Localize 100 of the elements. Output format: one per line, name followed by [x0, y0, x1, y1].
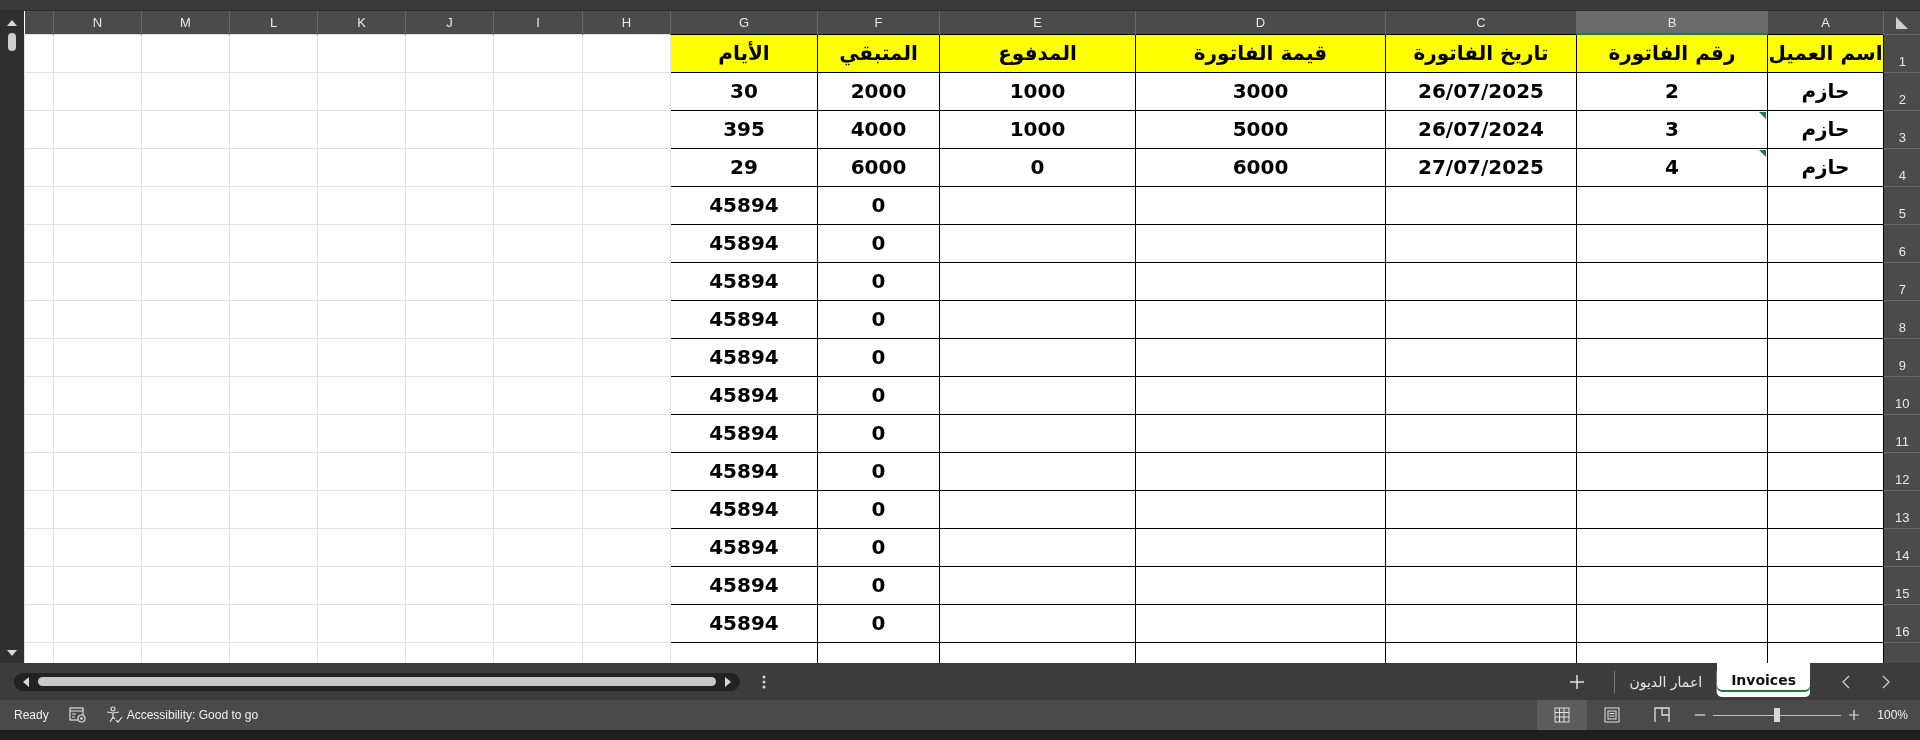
- grid-cell[interactable]: [1576, 262, 1768, 300]
- grid-cell[interactable]: رقم الفاتورة: [1576, 34, 1768, 72]
- column-header[interactable]: E: [939, 11, 1136, 34]
- grid-cell[interactable]: [1576, 338, 1768, 376]
- table-cell: 45894: [709, 611, 779, 635]
- column-header[interactable]: L: [229, 11, 318, 34]
- table-cell: 45894: [709, 307, 779, 331]
- table-cell: 3000: [1232, 79, 1289, 103]
- sheet-tab[interactable]: اعمار الديون: [1615, 666, 1717, 697]
- row-header[interactable]: 9: [1883, 338, 1920, 376]
- column-header[interactable]: K: [317, 11, 406, 34]
- row-header[interactable]: 11: [1883, 414, 1920, 452]
- table-cell: 0: [871, 269, 886, 293]
- row-header[interactable]: 14: [1883, 528, 1920, 566]
- row-header[interactable]: 16: [1883, 604, 1920, 642]
- grid-cell[interactable]: [1576, 604, 1768, 642]
- table-cell: 6000: [850, 155, 907, 179]
- table-cell: 29: [730, 155, 758, 179]
- table-cell: 4: [1665, 155, 1679, 179]
- column-header[interactable]: B: [1576, 11, 1768, 34]
- zoom-level-text[interactable]: 100%: [1877, 708, 1908, 722]
- column-header[interactable]: A: [1767, 11, 1884, 34]
- row-header[interactable]: 6: [1883, 224, 1920, 262]
- row-header[interactable]: 3: [1883, 110, 1920, 148]
- page-icon: [1604, 707, 1621, 723]
- column-header[interactable]: M: [141, 11, 230, 34]
- table-cell: 45894: [709, 497, 779, 521]
- chevron-left-icon[interactable]: [1842, 674, 1850, 689]
- table-cell: 0: [871, 307, 886, 331]
- table-cell: حازم: [1801, 79, 1850, 103]
- row-header[interactable]: 2: [1883, 72, 1920, 110]
- scroll-thumb[interactable]: [38, 677, 716, 686]
- grid-cell[interactable]: [1576, 300, 1768, 338]
- table-cell: 6000: [1232, 155, 1289, 179]
- grid-cell[interactable]: [1576, 414, 1768, 452]
- table-cell: تاريخ الفاتورة: [1413, 41, 1549, 65]
- row-header[interactable]: 13: [1883, 490, 1920, 528]
- zoom-thumb[interactable]: [1774, 708, 1781, 722]
- row-header[interactable]: 4: [1883, 148, 1920, 186]
- table-cell: 0: [871, 573, 886, 597]
- table-cell: 45894: [709, 231, 779, 255]
- row-header[interactable]: 1: [1883, 34, 1920, 72]
- grid-cell[interactable]: [1576, 186, 1768, 224]
- table-cell: 0: [871, 611, 886, 635]
- column-header[interactable]: C: [1385, 11, 1577, 34]
- table-cell: حازم: [1801, 117, 1850, 141]
- more-options-icon[interactable]: [762, 674, 766, 689]
- table-cell: 0: [871, 345, 886, 369]
- table-cell: 30: [730, 79, 758, 103]
- column-header[interactable]: D: [1135, 11, 1386, 34]
- grid-cell[interactable]: [1576, 376, 1768, 414]
- vertical-scrollbar[interactable]: [0, 11, 24, 663]
- column-header[interactable]: G: [670, 11, 818, 34]
- row-header[interactable]: 15: [1883, 566, 1920, 604]
- table-cell: 2: [1665, 79, 1679, 103]
- column-header[interactable]: N: [53, 11, 142, 34]
- grid-icon: [1554, 707, 1571, 723]
- row-header[interactable]: 8: [1883, 300, 1920, 338]
- table-cell: اسم العميل: [1768, 41, 1883, 65]
- grid-cell[interactable]: [1576, 566, 1768, 604]
- macro-recorder-icon[interactable]: [68, 707, 87, 723]
- scroll-down-icon[interactable]: [6, 649, 18, 657]
- grid-cell[interactable]: 2: [1576, 72, 1768, 110]
- grid-cell[interactable]: [1576, 452, 1768, 490]
- grid-cell[interactable]: 4: [1576, 148, 1768, 186]
- horizontal-scrollbar[interactable]: [14, 672, 740, 691]
- grid-cell[interactable]: [1576, 224, 1768, 262]
- table-cell: 2000: [850, 79, 907, 103]
- select-all-button[interactable]: [1883, 11, 1920, 34]
- grid-cell[interactable]: [1576, 528, 1768, 566]
- column-header[interactable]: I: [493, 11, 583, 34]
- add-sheet-icon[interactable]: [1570, 674, 1585, 689]
- scroll-up-icon[interactable]: [6, 19, 18, 27]
- scroll-thumb[interactable]: [8, 33, 16, 51]
- column-header[interactable]: J: [405, 11, 494, 34]
- scroll-left-icon[interactable]: [22, 675, 30, 688]
- zoom-slider[interactable]: [1713, 708, 1842, 722]
- table-cell: 1000: [1009, 117, 1066, 141]
- table-cell: 45894: [709, 345, 779, 369]
- row-header[interactable]: 5: [1883, 186, 1920, 224]
- row-header[interactable]: 7: [1883, 262, 1920, 300]
- zoom-in-icon[interactable]: [1849, 710, 1860, 720]
- page-break-icon: [1654, 707, 1671, 723]
- accessibility-button[interactable]: Accessibility: Good to go: [104, 706, 259, 724]
- table-cell: 5000: [1232, 117, 1289, 141]
- table-cell: 45894: [709, 573, 779, 597]
- table-cell: 0: [871, 535, 886, 559]
- view-button[interactable]: [1537, 700, 1588, 730]
- scroll-right-icon[interactable]: [724, 675, 732, 688]
- column-header[interactable]: F: [817, 11, 940, 34]
- column-header[interactable]: H: [582, 11, 671, 34]
- chevron-right-icon[interactable]: [1882, 674, 1890, 689]
- sheet-tab[interactable]: Invoices: [1717, 663, 1810, 697]
- table-cell: 0: [871, 231, 886, 255]
- grid-cell[interactable]: [1576, 490, 1768, 528]
- grid-cell[interactable]: 3: [1576, 110, 1768, 148]
- row-header[interactable]: 10: [1883, 376, 1920, 414]
- table-cell: 26/07/2024: [1418, 117, 1544, 141]
- row-header[interactable]: 12: [1883, 452, 1920, 490]
- table-cell: 1000: [1009, 79, 1066, 103]
